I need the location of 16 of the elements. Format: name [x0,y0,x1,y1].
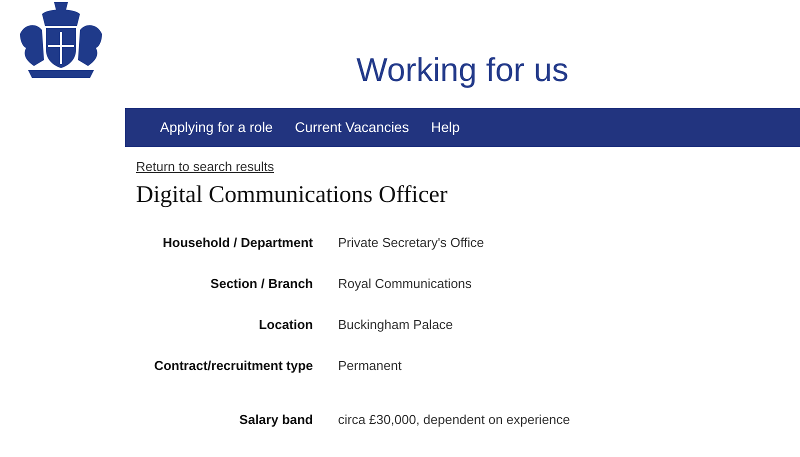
field-label: Location [258,316,313,334]
field-value: Royal Communications [338,274,472,293]
field-value: Permanent [338,356,402,375]
nav-link[interactable]: Current Vacancies [294,117,409,138]
field-value: circa £30,000, dependent on experience [338,410,570,429]
field-label: Contract/recruitment type [153,356,313,375]
field-label: Household / Department [162,234,313,252]
field-value: Buckingham Palace [338,316,453,334]
nav-link[interactable]: Help [430,117,460,138]
field-label: Salary band [238,410,313,429]
back-link[interactable]: Return to search results [136,159,274,174]
job-title: Digital Communications Officer [136,181,448,210]
page-title: Working for us [356,50,569,90]
field-value: Private Secretary's Office [338,234,484,252]
nav-link[interactable]: Applying for a role [160,117,273,138]
field-label: Section / Branch [209,274,313,293]
